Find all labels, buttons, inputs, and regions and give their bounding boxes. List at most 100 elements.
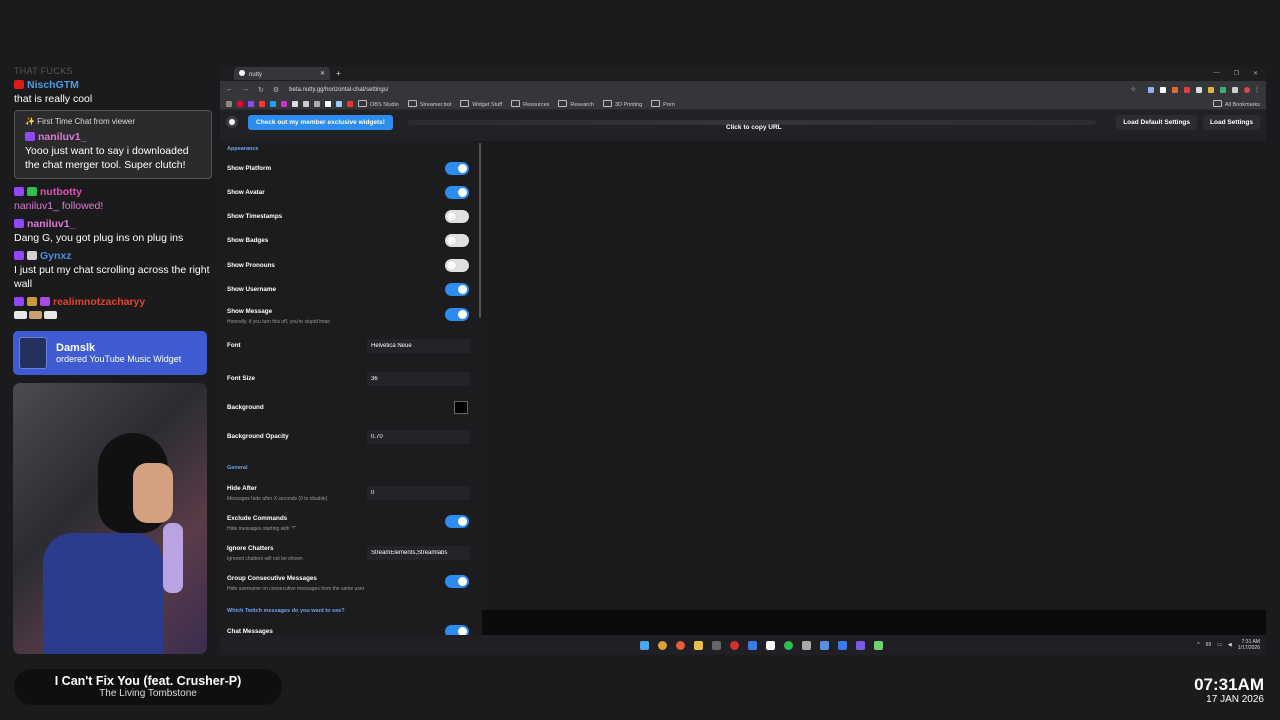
show-platform-toggle[interactable]	[445, 162, 469, 175]
bookmark-folder[interactable]: OBS Studio	[358, 100, 399, 108]
app-icon[interactable]	[712, 640, 721, 650]
chat-message: realimnotzacharyy	[14, 295, 214, 323]
show-badges-toggle[interactable]	[445, 234, 469, 247]
bookmark-icon[interactable]	[270, 100, 276, 107]
bookmark-icon[interactable]	[347, 100, 353, 107]
close-tab-icon[interactable]: ✕	[320, 70, 325, 77]
back-icon[interactable]: ←	[226, 86, 233, 94]
browser-tab[interactable]: nutty ✕	[234, 67, 330, 80]
chrome-icon[interactable]	[658, 640, 667, 650]
show-pronouns-toggle[interactable]	[445, 259, 469, 272]
app-icon[interactable]	[748, 640, 757, 650]
bookmark-icon[interactable]	[314, 100, 320, 107]
new-tab-icon[interactable]: +	[336, 69, 341, 78]
group-consecutive-toggle[interactable]	[445, 575, 469, 588]
bookmark-folder[interactable]: Resources	[511, 100, 549, 108]
taskbar-clock[interactable]: 7:31 AM 1/17/2026	[1238, 639, 1260, 651]
promo-button[interactable]: Check out my member exclusive widgets!	[248, 114, 393, 130]
copy-url-label[interactable]: Click to copy URL	[726, 124, 782, 131]
app-icon[interactable]	[820, 640, 829, 650]
app-icon[interactable]	[874, 640, 883, 650]
apps-icon[interactable]	[226, 100, 232, 107]
extension-icon[interactable]	[1184, 86, 1190, 93]
chat-faded-line: THAT FUCKS	[14, 66, 73, 76]
show-timestamps-toggle[interactable]	[445, 210, 469, 223]
reload-icon[interactable]: ↻	[258, 86, 264, 94]
forward-icon[interactable]: →	[242, 86, 249, 94]
start-icon[interactable]	[640, 640, 649, 650]
exclude-commands-label: Exclude Commands	[227, 515, 288, 522]
chat-username: realimnotzacharyy	[53, 296, 146, 308]
load-settings-button[interactable]: Load Settings	[1203, 114, 1260, 130]
ignore-chatters-input[interactable]	[367, 546, 470, 560]
app-icon[interactable]	[838, 640, 847, 650]
twitch-icon	[14, 251, 24, 260]
section-general: General	[227, 465, 248, 471]
site-info-icon[interactable]: ⚙	[273, 86, 279, 94]
show-avatar-toggle[interactable]	[445, 186, 469, 199]
close-window-icon[interactable]: ✕	[1253, 70, 1258, 77]
emote-icon	[44, 311, 57, 319]
volume-icon[interactable]: ◀	[1228, 642, 1232, 648]
spotify-icon[interactable]	[784, 640, 793, 650]
app-icon[interactable]	[766, 640, 775, 650]
bookmark-icon[interactable]	[248, 100, 254, 107]
extension-icon[interactable]	[1232, 86, 1238, 93]
font-size-input[interactable]	[367, 372, 470, 386]
scrollbar-thumb[interactable]	[479, 143, 481, 318]
extension-icon[interactable]	[1196, 86, 1202, 93]
bookmark-folder[interactable]: Widget Stuff	[460, 100, 502, 108]
profile-avatar-icon[interactable]	[1244, 86, 1250, 93]
monitor-icon[interactable]: ▭	[1217, 642, 1222, 648]
obs-icon[interactable]	[730, 640, 739, 650]
background-color-swatch[interactable]	[454, 401, 468, 414]
widget-order-alert: Damslk ordered YouTube Music Widget	[13, 331, 207, 375]
nutty-logo-icon[interactable]	[226, 116, 238, 128]
bookmark-icon[interactable]	[259, 100, 265, 107]
bookmark-folder[interactable]: Streamer.bot	[408, 100, 452, 108]
load-default-settings-button[interactable]: Load Default Settings	[1116, 114, 1198, 130]
show-username-toggle[interactable]	[445, 283, 469, 296]
song-title: I Can't Fix You (feat. Crusher-P)	[54, 674, 242, 688]
browser-window: nutty ✕ + — ❐ ✕ ← → ↻ ⚙ beta.nutty.gg/ho…	[220, 66, 1266, 655]
chevron-up-icon[interactable]: ^	[1197, 642, 1199, 648]
menu-icon[interactable]: ⋮	[1254, 86, 1260, 93]
ignore-chatters-hint: Ignored chatters will not be shown	[227, 556, 303, 562]
bookmark-folder[interactable]: Research	[558, 100, 594, 108]
tab-bar: nutty ✕ + — ❐ ✕	[220, 66, 1266, 81]
extension-icon[interactable]	[1148, 86, 1154, 93]
bookmark-star-icon[interactable]: ☆	[1131, 86, 1136, 93]
bookmark-icon[interactable]	[281, 100, 287, 107]
chat-text: that is really cool	[14, 93, 93, 105]
background-opacity-input[interactable]	[367, 430, 470, 444]
maximize-icon[interactable]: ❐	[1234, 70, 1239, 77]
font-input[interactable]	[367, 339, 470, 353]
show-pronouns-label: Show Pronouns	[227, 262, 275, 269]
hide-after-input[interactable]	[367, 486, 470, 500]
minimize-icon[interactable]: —	[1214, 70, 1220, 77]
exclude-commands-toggle[interactable]	[445, 515, 469, 528]
all-bookmarks-folder[interactable]: All Bookmarks	[1213, 100, 1260, 108]
show-username-label: Show Username	[227, 286, 276, 293]
bookmark-icon[interactable]	[325, 100, 331, 107]
extension-icon[interactable]	[1172, 86, 1178, 93]
bookmark-icon[interactable]	[292, 100, 298, 107]
bookmark-folder[interactable]: Porn	[651, 100, 675, 108]
address-bar-row: ← → ↻ ⚙ beta.nutty.gg/horizontal-chat/se…	[220, 81, 1266, 98]
extensions	[1148, 86, 1250, 93]
extension-icon[interactable]	[1208, 86, 1214, 93]
app-icon[interactable]	[856, 640, 865, 650]
bookmark-icon[interactable]	[336, 100, 342, 107]
file-explorer-icon[interactable]	[694, 640, 703, 650]
show-message-toggle[interactable]	[445, 308, 469, 321]
chat-message: naniluv1_ Dang G, you got plug ins on pl…	[14, 217, 214, 245]
bookmark-folder[interactable]: 3D Printing	[603, 100, 642, 108]
extension-icon[interactable]	[1220, 86, 1226, 93]
app-icon[interactable]	[802, 640, 811, 650]
url-field[interactable]: beta.nutty.gg/horizontal-chat/settings/	[289, 87, 1130, 93]
bookmark-icon[interactable]	[237, 100, 243, 107]
browser-icon[interactable]	[676, 640, 685, 650]
bookmark-icon[interactable]	[303, 100, 309, 107]
font-size-label: Font Size	[227, 375, 255, 382]
extension-icon[interactable]	[1160, 86, 1166, 93]
